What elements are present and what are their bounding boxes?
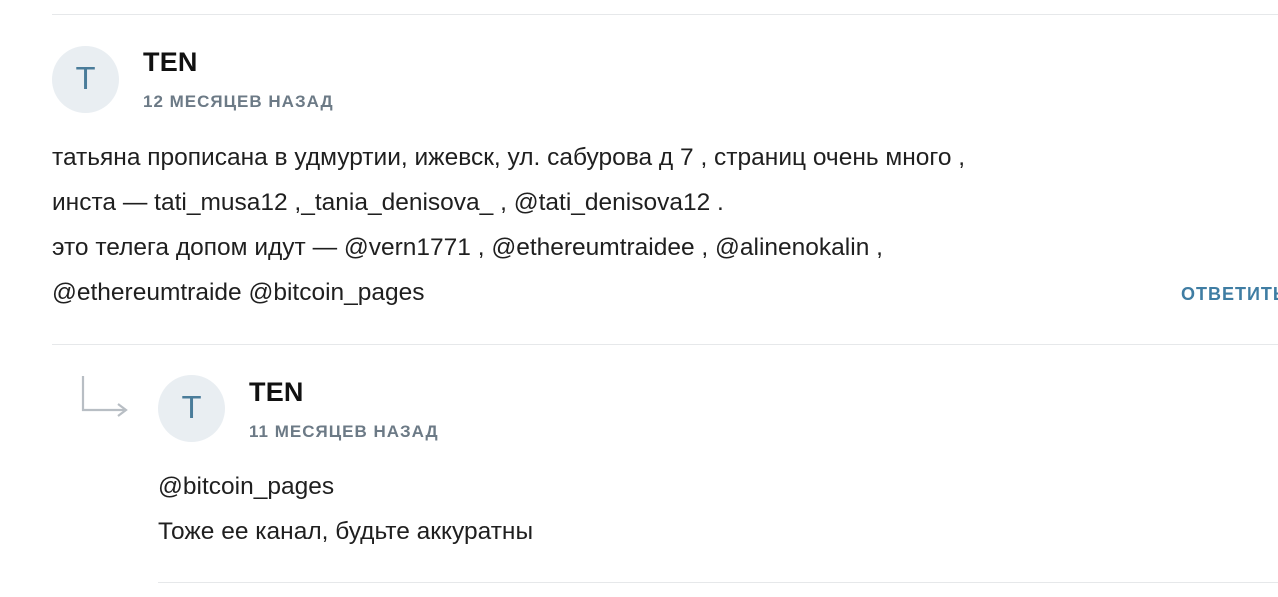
comment-line: @bitcoin_pages [158, 473, 335, 500]
comment-body: @bitcoin_pages Тоже ее канал, будьте акк… [158, 464, 533, 554]
comment-time: 11 месяцев назад [249, 422, 439, 441]
avatar[interactable]: T [158, 375, 225, 442]
reply-comment: T TEN 11 месяцев назад @bitcoin_pages То… [0, 0, 1278, 597]
comment-author[interactable]: TEN [249, 377, 304, 408]
comments-page: T TEN 12 месяцев назад татьяна прописана… [0, 0, 1278, 597]
bottom-divider [158, 582, 1278, 583]
avatar-letter: T [182, 391, 201, 426]
comment-line: Тоже ее канал, будьте аккуратны [158, 518, 534, 545]
